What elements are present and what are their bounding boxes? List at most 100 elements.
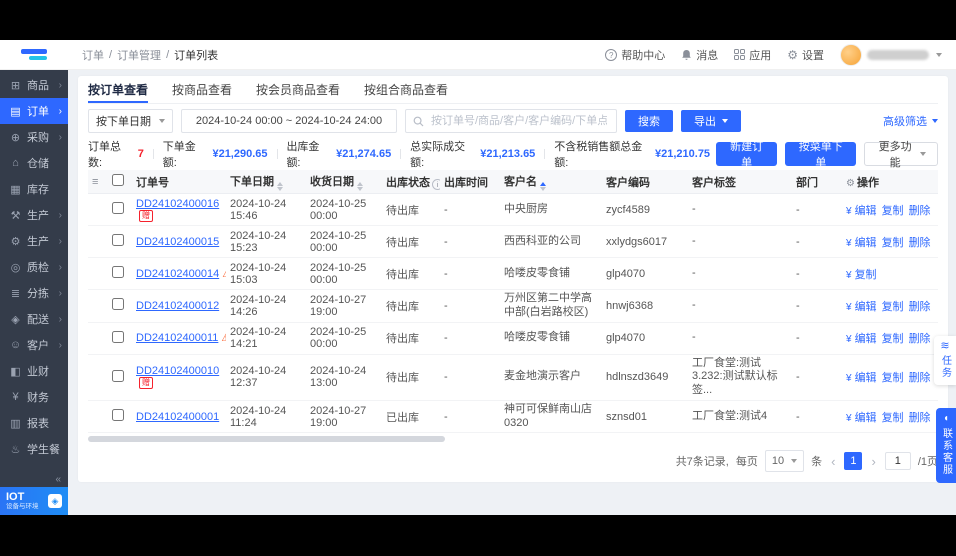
column-settings-icon[interactable]: ⚙ <box>846 178 855 189</box>
sidebar-item-production-2[interactable]: ⚙ 生产 › <box>0 228 68 254</box>
row-checkbox[interactable] <box>112 330 124 343</box>
row-checkbox[interactable] <box>112 369 124 382</box>
delete-link[interactable]: 删除 <box>909 372 931 384</box>
per-page-select[interactable]: 10 <box>764 450 805 473</box>
sidebar-item-business-finance[interactable]: ◧ 业财 <box>0 358 68 384</box>
search-button[interactable]: 搜索 <box>625 110 673 132</box>
delete-link[interactable]: 删除 <box>909 237 931 249</box>
col-order-date[interactable]: 下单日期 <box>226 170 306 194</box>
sidebar-item-customers[interactable]: ☺ 客户 › <box>0 332 68 358</box>
next-page-button[interactable]: › <box>869 454 877 469</box>
col-customer-tag: 客户标签 <box>688 170 792 194</box>
copy-link[interactable]: 复制 <box>882 237 904 249</box>
delete-link[interactable]: 删除 <box>909 301 931 313</box>
sidebar-item-inventory[interactable]: ▦ 库存 <box>0 176 68 202</box>
customer-service-button[interactable]: ◖ 联系客服 <box>936 408 956 483</box>
delete-link[interactable]: 删除 <box>909 205 931 217</box>
order-number-link[interactable]: DD24102400015 <box>136 236 219 248</box>
edit-link[interactable]: 编辑 <box>855 333 877 345</box>
edit-link[interactable]: 编辑 <box>855 301 877 313</box>
scrollbar-thumb[interactable] <box>88 436 445 443</box>
row-checkbox[interactable] <box>112 409 124 421</box>
row-checkbox[interactable] <box>112 234 124 246</box>
sidebar-item-warehouse[interactable]: ⌂ 仓储 <box>0 150 68 176</box>
breadcrumb-level-2[interactable]: 订单管理 <box>117 47 161 63</box>
payment-icon[interactable]: ¥ <box>846 373 852 384</box>
sidebar-item-orders[interactable]: ▤ 订单 › <box>0 98 68 124</box>
order-number-link[interactable]: DD24102400011 <box>136 332 218 344</box>
sidebar-collapse-button[interactable]: « <box>0 473 68 487</box>
payment-icon[interactable]: ¥ <box>846 238 852 249</box>
copy-link[interactable]: 复制 <box>882 372 904 384</box>
horizontal-scrollbar[interactable] <box>88 436 938 443</box>
apps-button[interactable]: 应用 <box>734 47 771 63</box>
order-number-link[interactable]: DD24102400016 <box>136 198 219 210</box>
order-number-link[interactable]: DD24102400012 <box>136 300 219 312</box>
student-meals-icon: ♨ <box>10 443 21 456</box>
row-checkbox[interactable] <box>112 298 124 311</box>
prev-page-button[interactable]: ‹ <box>829 454 837 469</box>
order-number-link[interactable]: DD24102400001 <box>136 411 219 423</box>
expand-all-header[interactable]: ≡ <box>88 170 108 194</box>
row-checkbox[interactable] <box>112 266 124 278</box>
copy-link[interactable]: 复制 <box>882 205 904 217</box>
sidebar-item-sorting[interactable]: ≣ 分拣 › <box>0 280 68 306</box>
row-checkbox[interactable] <box>112 202 124 214</box>
edit-link[interactable]: 编辑 <box>855 412 877 424</box>
page-jump-input[interactable] <box>884 452 911 471</box>
payment-icon[interactable]: ¥ <box>846 413 852 424</box>
user-menu[interactable] <box>840 43 942 66</box>
edit-link[interactable]: 编辑 <box>855 372 877 384</box>
advanced-filter-button[interactable]: 高级筛选 <box>883 113 938 129</box>
payment-icon[interactable]: ¥ <box>846 302 852 313</box>
date-range-input[interactable]: 2024-10-24 00:00 ~ 2024-10-24 24:00 <box>181 109 397 133</box>
tab-by-order[interactable]: 按订单查看 <box>88 76 149 103</box>
payment-icon[interactable]: ¥ <box>846 334 852 345</box>
tab-by-goods[interactable]: 按商品查看 <box>172 76 232 103</box>
breadcrumb-level-1[interactable]: 订单 <box>82 47 104 63</box>
task-panel-button[interactable]: ≋ 任务 <box>934 336 956 385</box>
copy-link[interactable]: 复制 <box>882 412 904 424</box>
new-order-button[interactable]: 新建订单 <box>716 141 778 169</box>
edit-link[interactable]: 编辑 <box>855 237 877 249</box>
delete-link[interactable]: 删除 <box>909 333 931 345</box>
sidebar-item-production-1[interactable]: ⚒ 生产 › <box>0 202 68 228</box>
sidebar-item-delivery[interactable]: ◈ 配送 › <box>0 306 68 332</box>
col-customer-name[interactable]: 客户名 <box>500 170 602 194</box>
select-all-checkbox[interactable] <box>112 174 124 186</box>
table-row: DD24102400001 2024-10-24 11:24 2024-10-2… <box>88 400 938 434</box>
sidebar-item-quality[interactable]: ◎ 质检 › <box>0 254 68 280</box>
sidebar-item-goods[interactable]: ⊞ 商品 › <box>0 72 68 98</box>
select-all-header[interactable] <box>108 170 132 194</box>
delete-link[interactable]: 删除 <box>909 412 931 424</box>
iot-logo-block[interactable]: IOT 设备与环境 ◈ <box>0 487 68 515</box>
help-center-button[interactable]: ? 帮助中心 <box>605 47 665 63</box>
tab-by-combo-goods[interactable]: 按组合商品查看 <box>364 76 448 103</box>
copy-link[interactable]: 复制 <box>882 301 904 313</box>
messages-button[interactable]: 消息 <box>681 47 718 63</box>
order-number-link[interactable]: DD24102400010 <box>136 365 219 377</box>
copy-link[interactable]: 复制 <box>882 333 904 345</box>
tab-by-member-goods[interactable]: 按会员商品查看 <box>256 76 340 103</box>
info-icon[interactable]: i <box>432 178 440 190</box>
cell-code: hnwj6368 <box>602 289 688 323</box>
search-input[interactable] <box>429 114 609 128</box>
date-field-select[interactable]: 按下单日期 <box>88 109 173 133</box>
order-by-menu-button[interactable]: 按菜单下单 <box>785 141 857 169</box>
payment-icon[interactable]: ¥ <box>846 206 852 217</box>
sort-icon-active <box>540 181 546 191</box>
sidebar-item-reports[interactable]: ▥ 报表 <box>0 410 68 436</box>
more-functions-button[interactable]: 更多功能 <box>864 141 938 169</box>
export-button[interactable]: 导出 <box>681 110 741 132</box>
settings-button[interactable]: ⚙ 设置 <box>787 47 824 63</box>
col-receive-date[interactable]: 收货日期 <box>306 170 382 194</box>
sidebar-item-student-meals[interactable]: ♨ 学生餐 <box>0 436 68 462</box>
payment-icon[interactable]: ¥ <box>846 270 852 281</box>
sidebar-item-purchase[interactable]: ⊕ 采购 › <box>0 124 68 150</box>
record-count: 共7条记录, <box>675 456 729 469</box>
copy-link[interactable]: 复制 <box>855 269 877 281</box>
sidebar-item-finance[interactable]: ¥ 财务 <box>0 384 68 410</box>
page-1-button[interactable]: 1 <box>844 452 863 471</box>
order-number-link[interactable]: DD24102400014 <box>136 268 219 280</box>
edit-link[interactable]: 编辑 <box>855 205 877 217</box>
